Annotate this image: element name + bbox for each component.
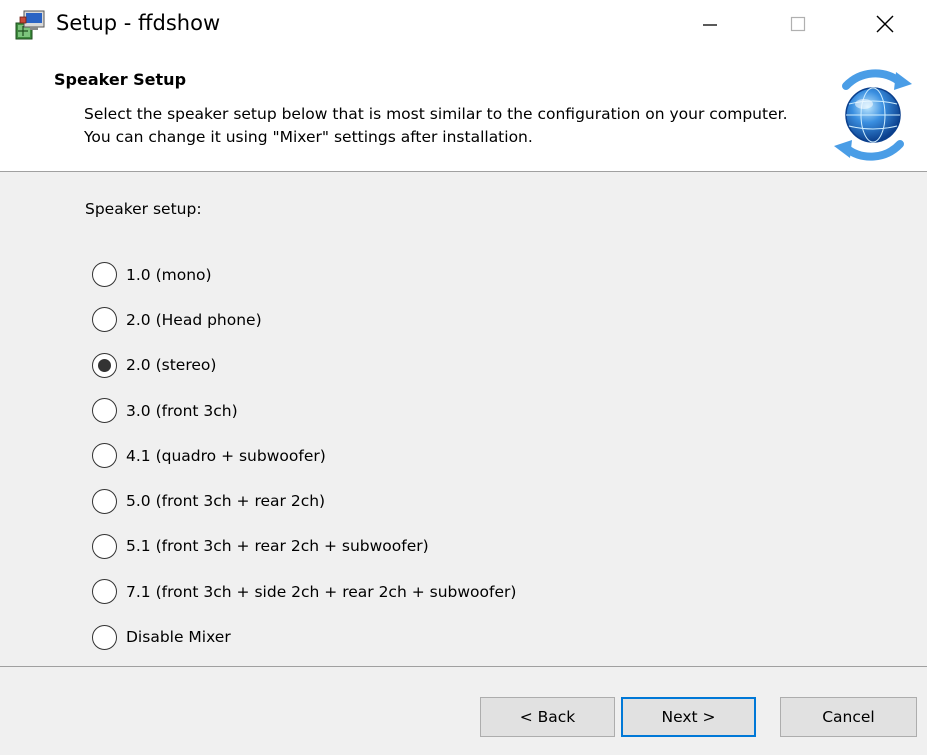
cancel-button[interactable]: Cancel	[780, 697, 917, 737]
maximize-button[interactable]	[756, 0, 840, 48]
radio-label: 5.0 (front 3ch + rear 2ch)	[126, 492, 326, 511]
next-button[interactable]: Next >	[621, 697, 756, 737]
radio-button[interactable]	[92, 307, 117, 333]
radio-option-disable-mixer[interactable]: Disable Mixer	[92, 614, 516, 659]
page-title: Speaker Setup	[54, 70, 187, 89]
radio-label: 4.1 (quadro + subwoofer)	[126, 446, 326, 465]
radio-button[interactable]	[92, 262, 117, 288]
radio-button[interactable]	[92, 579, 117, 605]
radio-label: 7.1 (front 3ch + side 2ch + rear 2ch + s…	[126, 582, 517, 601]
radio-label: Disable Mixer	[126, 628, 231, 647]
installer-icon	[15, 10, 45, 40]
radio-option-5-1[interactable]: 5.1 (front 3ch + rear 2ch + subwoofer)	[92, 524, 516, 569]
globe-refresh-icon	[834, 69, 912, 161]
close-icon	[876, 15, 894, 33]
radio-button-selected[interactable]	[92, 352, 117, 378]
speaker-setup-options: 1.0 (mono) 2.0 (Head phone) 2.0 (stereo)…	[92, 252, 516, 660]
window-title: Setup - ffdshow	[56, 11, 221, 35]
radio-option-7-1[interactable]: 7.1 (front 3ch + side 2ch + rear 2ch + s…	[92, 569, 516, 614]
close-button[interactable]	[843, 0, 927, 48]
wizard-header: Speaker Setup Select the speaker setup b…	[0, 48, 927, 171]
radio-button[interactable]	[92, 488, 117, 514]
radio-option-quadro-subwoofer[interactable]: 4.1 (quadro + subwoofer)	[92, 433, 516, 478]
radio-selected-dot	[98, 358, 111, 372]
radio-label: 2.0 (stereo)	[126, 356, 217, 375]
radio-button[interactable]	[92, 533, 117, 559]
radio-button[interactable]	[92, 624, 117, 650]
speaker-setup-label: Speaker setup:	[85, 200, 202, 218]
radio-label: 3.0 (front 3ch)	[126, 401, 238, 420]
radio-option-stereo[interactable]: 2.0 (stereo)	[92, 343, 516, 388]
title-bar[interactable]: Setup - ffdshow	[0, 0, 927, 48]
maximize-icon	[790, 16, 806, 32]
footer-divider	[0, 666, 927, 667]
radio-label: 5.1 (front 3ch + rear 2ch + subwoofer)	[126, 537, 429, 556]
radio-option-headphone[interactable]: 2.0 (Head phone)	[92, 297, 516, 342]
minimize-icon	[703, 24, 717, 26]
radio-label: 2.0 (Head phone)	[126, 310, 262, 329]
setup-window: Setup - ffdshow Speaker Setup Select the…	[0, 0, 927, 755]
radio-label: 1.0 (mono)	[126, 265, 212, 284]
minimize-button[interactable]	[668, 0, 752, 48]
radio-option-front-3ch[interactable]: 3.0 (front 3ch)	[92, 388, 516, 433]
page-description: Select the speaker setup below that is m…	[84, 105, 788, 146]
radio-button[interactable]	[92, 398, 117, 424]
radio-option-5-0[interactable]: 5.0 (front 3ch + rear 2ch)	[92, 478, 516, 523]
radio-option-mono[interactable]: 1.0 (mono)	[92, 252, 516, 297]
radio-button[interactable]	[92, 443, 117, 469]
back-button[interactable]: < Back	[480, 697, 615, 737]
wizard-body: Speaker setup: 1.0 (mono) 2.0 (Head phon…	[0, 172, 927, 755]
